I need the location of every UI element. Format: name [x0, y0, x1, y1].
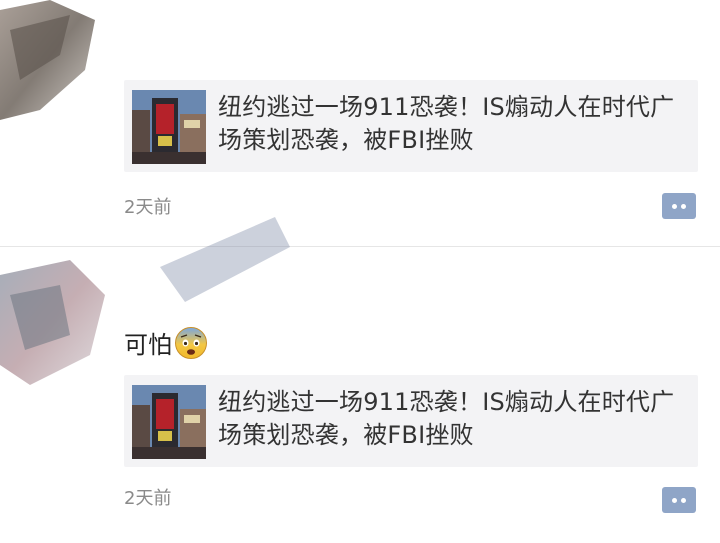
- dot: [672, 204, 677, 209]
- post-time: 2天前: [124, 488, 172, 509]
- comment-icon[interactable]: [662, 487, 696, 513]
- article-title: 纽约逃过一场911恐袭！IS煽动人在时代广场策划恐袭，被FBI挫败: [218, 93, 675, 154]
- comment-icon[interactable]: [662, 193, 696, 219]
- times-square-photo-thumbnail: [132, 90, 206, 164]
- caption-text: 可怕: [124, 331, 172, 359]
- article-title: 纽约逃过一场911恐袭！IS煽动人在时代广场策划恐袭，被FBI挫败: [218, 388, 675, 449]
- fearful-face-emoji: [174, 326, 208, 360]
- shared-article-card[interactable]: 纽约逃过一场911恐袭！IS煽动人在时代广场策划恐袭，被FBI挫败: [124, 80, 698, 172]
- moment-post-2: 可怕 纽约逃过一场911恐袭！IS煽动人在时代广场策划恐袭，被FBI挫败 2天前: [0, 217, 720, 543]
- avatar[interactable]: [0, 0, 110, 120]
- shared-article-card[interactable]: 纽约逃过一场911恐袭！IS煽动人在时代广场策划恐袭，被FBI挫败: [124, 375, 698, 467]
- moment-post-1: 纽约逃过一场911恐袭！IS煽动人在时代广场策划恐袭，被FBI挫败 2天前: [0, 0, 720, 246]
- image-artifact: [160, 217, 290, 302]
- post-caption: 可怕: [124, 325, 208, 360]
- dot: [681, 204, 686, 209]
- times-square-photo-thumbnail: [132, 385, 206, 459]
- dot: [672, 498, 677, 503]
- avatar[interactable]: [0, 255, 110, 385]
- dot: [681, 498, 686, 503]
